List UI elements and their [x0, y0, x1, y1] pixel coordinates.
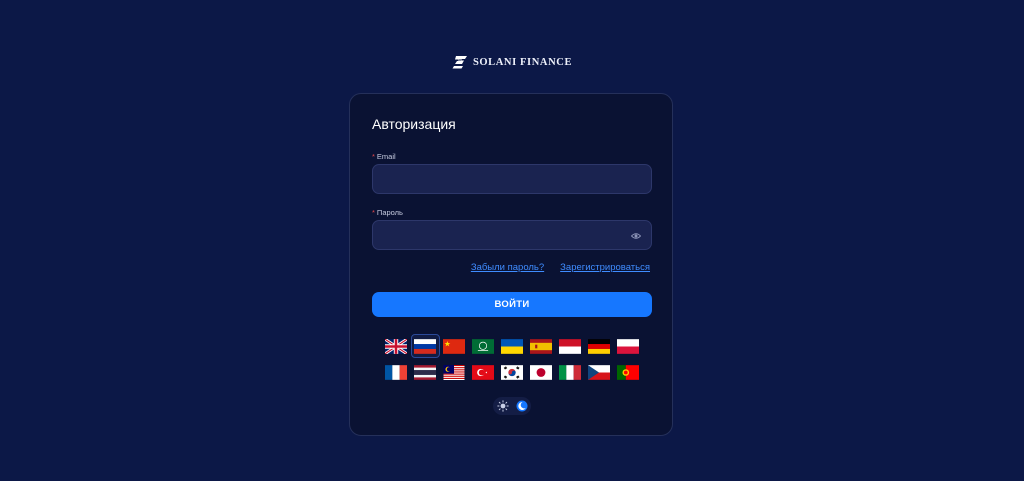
flag-fr-icon — [385, 364, 407, 380]
language-selector-row-2 — [350, 360, 674, 384]
password-field[interactable] — [372, 220, 652, 250]
lang-fr[interactable] — [382, 360, 411, 384]
flag-jp-icon — [530, 364, 552, 380]
lang-gb[interactable] — [382, 334, 411, 358]
login-button[interactable]: ВОЙТИ — [372, 292, 652, 317]
lang-th[interactable] — [411, 360, 440, 384]
moon-icon[interactable] — [516, 400, 528, 412]
lang-id[interactable] — [556, 334, 585, 358]
lang-de[interactable] — [585, 334, 614, 358]
lang-pt[interactable] — [614, 360, 643, 384]
flag-my-icon — [443, 364, 465, 380]
brand-name: SOLANI FINANCE — [472, 56, 573, 68]
flag-ua-icon — [501, 338, 523, 354]
login-card: Авторизация * Email * Пароль Забыли пароль… — [349, 93, 673, 436]
flag-tr-icon — [472, 364, 494, 380]
lang-es[interactable] — [527, 334, 556, 358]
flag-cz-icon — [588, 364, 610, 380]
lang-kr[interactable] — [498, 360, 527, 384]
email-label: * Email — [372, 152, 396, 161]
flag-th-icon — [414, 364, 436, 380]
flag-pt-icon — [617, 364, 639, 380]
email-label-text: Email — [376, 152, 396, 161]
required-marker: * — [372, 208, 375, 217]
required-marker: * — [372, 152, 375, 161]
lang-sa[interactable] — [469, 334, 498, 358]
flag-cn-icon — [443, 338, 465, 354]
theme-toggle[interactable] — [493, 397, 531, 415]
language-selector-row-1 — [350, 334, 674, 358]
lang-tr[interactable] — [469, 360, 498, 384]
flag-gb-icon — [385, 338, 407, 354]
eye-icon[interactable] — [631, 231, 641, 241]
flag-id-icon — [559, 338, 581, 354]
sun-icon[interactable] — [496, 400, 509, 412]
register-link[interactable]: Зарегистрироваться — [560, 262, 650, 273]
lang-my[interactable] — [440, 360, 469, 384]
flag-kr-icon — [501, 364, 523, 380]
forgot-password-link[interactable]: Забыли пароль? — [471, 262, 544, 273]
flag-ru-icon — [414, 338, 436, 354]
flag-sa-icon — [472, 338, 494, 354]
password-label-text: Пароль — [376, 208, 403, 217]
email-field[interactable] — [372, 164, 652, 194]
solani-logo-icon — [452, 56, 467, 69]
lang-pl[interactable] — [614, 334, 643, 358]
login-title: Авторизация — [372, 116, 456, 132]
flag-de-icon — [588, 338, 610, 354]
flag-it-icon — [559, 364, 581, 380]
lang-jp[interactable] — [527, 360, 556, 384]
password-label: * Пароль — [372, 208, 403, 217]
auth-links: Забыли пароль? Зарегистрироваться — [471, 262, 650, 273]
lang-cn[interactable] — [440, 334, 469, 358]
lang-cz[interactable] — [585, 360, 614, 384]
brand-header: SOLANI FINANCE — [0, 54, 1024, 70]
lang-it[interactable] — [556, 360, 585, 384]
lang-ua[interactable] — [498, 334, 527, 358]
flag-es-icon — [530, 338, 552, 354]
lang-ru[interactable] — [410, 334, 440, 358]
flag-pl-icon — [617, 338, 639, 354]
